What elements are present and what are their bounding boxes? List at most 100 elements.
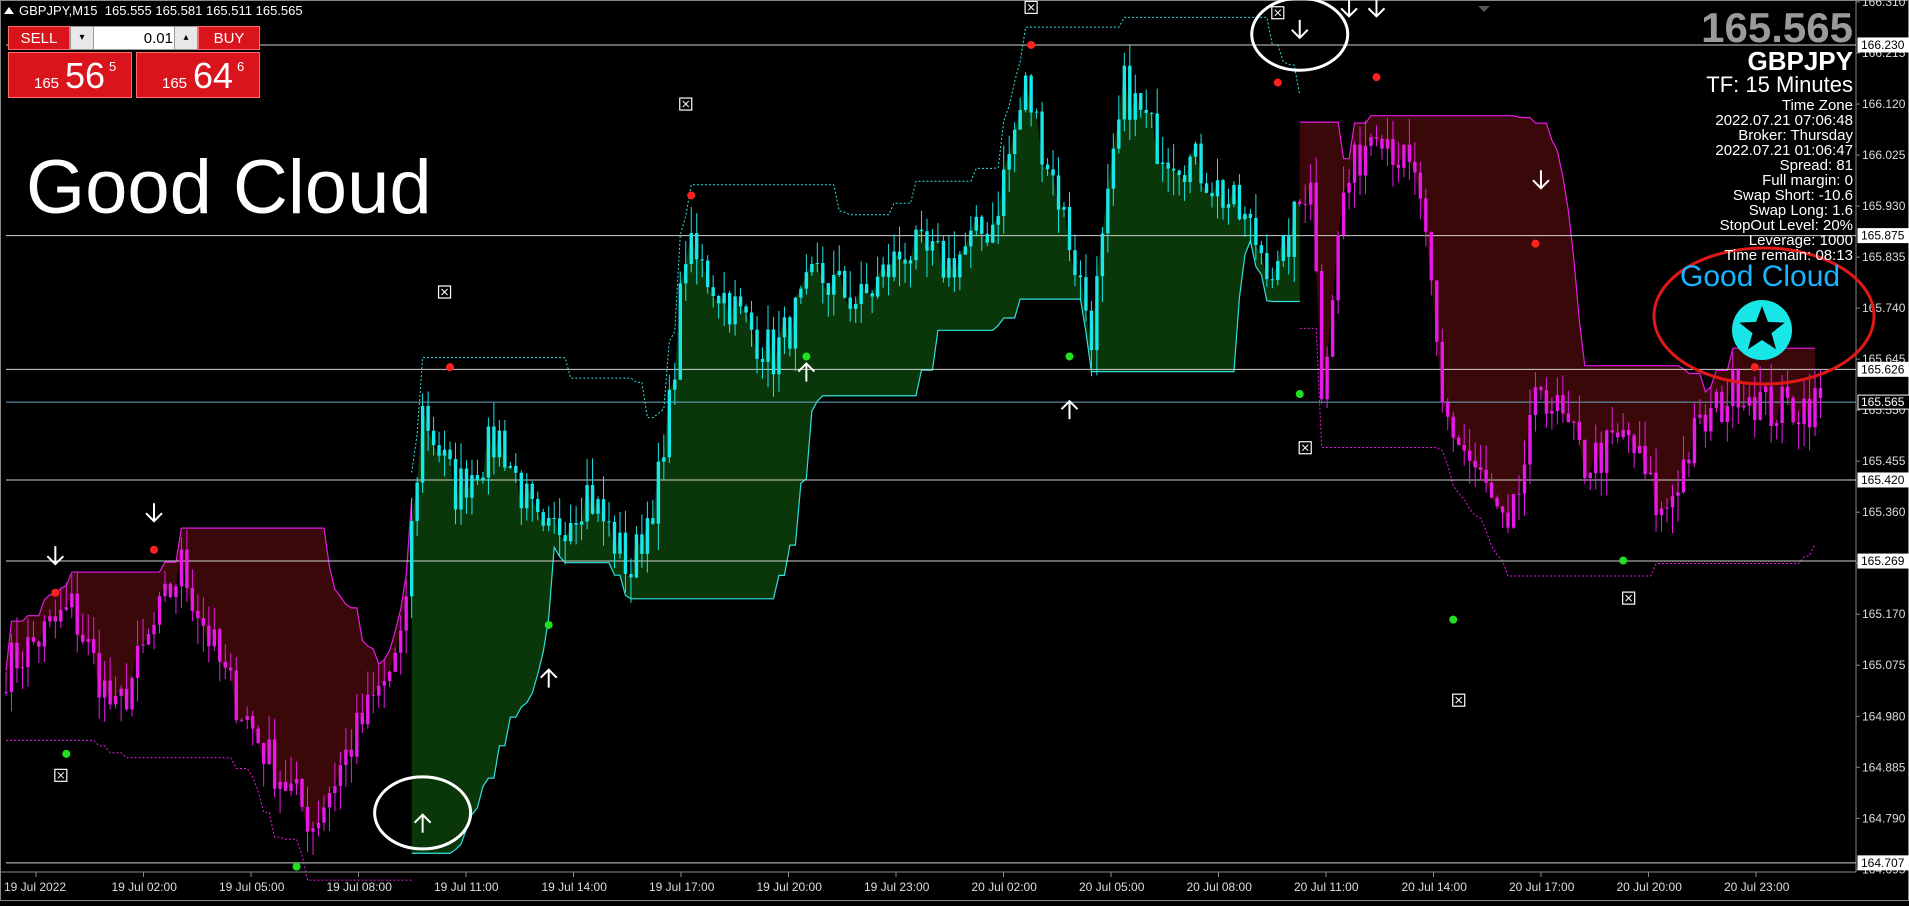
candle-body <box>821 263 825 284</box>
candle-body <box>1511 493 1516 528</box>
sell-button[interactable]: SELL <box>8 26 70 50</box>
lot-decrease-icon[interactable]: ▾ <box>71 27 94 49</box>
candle-body <box>886 264 891 278</box>
candle-body <box>1144 109 1148 113</box>
candle-body <box>1720 391 1724 422</box>
candle-body <box>1029 75 1033 113</box>
buy-button[interactable]: BUY <box>198 26 260 50</box>
candle-body <box>431 430 436 446</box>
time-tick-label: 20 Jul 08:00 <box>1187 880 1253 894</box>
candle-body <box>1259 245 1264 254</box>
chart-canvas[interactable]: 166.310166.215166.120166.025165.930165.8… <box>0 0 1909 901</box>
candle-body <box>1517 493 1521 495</box>
candle-body <box>941 240 946 278</box>
candle-body <box>952 258 957 278</box>
candle-body <box>289 783 293 791</box>
candle-body <box>1791 397 1795 423</box>
sell-price-fraction: 5 <box>109 59 117 74</box>
info-row: 2022.07.21 07:06:48 <box>1715 112 1853 129</box>
candle-body <box>832 274 836 295</box>
candle-body <box>585 485 589 522</box>
level-price-tag-label: 165.875 <box>1861 229 1905 243</box>
candle-body <box>1314 182 1318 271</box>
candle-body <box>141 644 145 646</box>
candle-body <box>738 296 743 307</box>
time-tick-label: 20 Jul 02:00 <box>972 880 1038 894</box>
candle-body <box>1418 172 1423 199</box>
candle-body <box>1303 203 1307 205</box>
lot-increase-icon[interactable]: ▴ <box>174 27 197 49</box>
candle-body <box>1045 164 1050 170</box>
candle-body <box>1210 192 1214 197</box>
chart-area[interactable]: 166.310 166.215 166.120 166.025 165.930 165.8… <box>0 0 1909 901</box>
candle-body <box>371 694 375 696</box>
candle-body <box>853 303 858 309</box>
candle-body <box>196 610 200 618</box>
candle-body <box>1034 111 1039 113</box>
candle-body <box>1325 356 1329 400</box>
candle-body <box>1062 206 1066 210</box>
candle-body <box>1155 113 1159 165</box>
candle-body <box>1040 111 1044 165</box>
crossed-box-icon <box>1622 591 1636 605</box>
candle-body <box>442 449 447 456</box>
candle-body <box>733 296 737 325</box>
buy-price-handle: 165 <box>162 75 188 92</box>
candle-body <box>892 251 896 278</box>
candle-body <box>612 521 617 554</box>
candle-body <box>1051 169 1055 176</box>
candle-body <box>1073 250 1077 276</box>
candle-body <box>1758 391 1762 420</box>
candle-body <box>1753 397 1757 420</box>
candle-body <box>1341 192 1346 236</box>
price-tick-label: 165.360 <box>1862 505 1906 519</box>
candle-body <box>547 517 551 526</box>
candle-body <box>75 593 79 635</box>
candle-body <box>97 652 101 698</box>
bull-cloud-area <box>411 65 1300 854</box>
candle-body <box>1637 445 1642 454</box>
lot-size-input[interactable] <box>95 28 173 48</box>
one-click-trading-panel: SELL ▾ ▴ BUY 165 56 5 165 64 6 <box>8 26 260 98</box>
candle-body <box>1681 459 1686 493</box>
candle-body <box>1676 492 1680 496</box>
candle-body <box>1626 430 1631 436</box>
candle-body <box>804 272 809 289</box>
sell-price-button[interactable]: 165 56 5 <box>8 52 132 98</box>
candle-body <box>1615 432 1620 438</box>
candle-body <box>1402 144 1406 168</box>
candle-body <box>168 583 173 598</box>
price-tick-label: 166.025 <box>1862 148 1906 162</box>
info-row: Swap Short: -10.6 <box>1732 187 1853 204</box>
candle-body <box>1478 467 1483 470</box>
candle-body <box>1500 506 1505 513</box>
candle-body <box>420 405 425 483</box>
candle-body <box>788 317 792 349</box>
candle-body <box>837 270 841 275</box>
candle-body <box>1287 235 1291 257</box>
sell-price-handle: 165 <box>34 75 60 92</box>
candle-body <box>1160 162 1165 165</box>
candle-body <box>1588 473 1592 479</box>
candle-body <box>1171 168 1176 171</box>
buy-price-button[interactable]: 165 64 6 <box>136 52 260 98</box>
candle-body <box>1632 435 1636 454</box>
candle-body <box>525 483 529 509</box>
candle-body <box>568 523 573 542</box>
candle-body <box>470 475 474 498</box>
candle-body <box>1237 184 1242 220</box>
candle-body <box>1763 386 1768 392</box>
up-arrow-icon <box>1060 399 1079 420</box>
fractal-high-dot <box>1027 40 1036 49</box>
candle-body <box>530 483 534 499</box>
candle-body <box>245 716 249 720</box>
candle-body <box>1095 276 1099 351</box>
collapse-triangle-icon[interactable] <box>4 7 14 14</box>
candle-body <box>1391 139 1395 165</box>
level-price-tag-label: 165.626 <box>1861 362 1905 376</box>
level-price-tag-label: 165.269 <box>1861 554 1905 568</box>
candle-body <box>1002 169 1006 216</box>
candle-body <box>453 459 458 510</box>
lot-size-stepper[interactable]: ▾ ▴ <box>70 26 198 50</box>
candle-body <box>1150 112 1154 114</box>
